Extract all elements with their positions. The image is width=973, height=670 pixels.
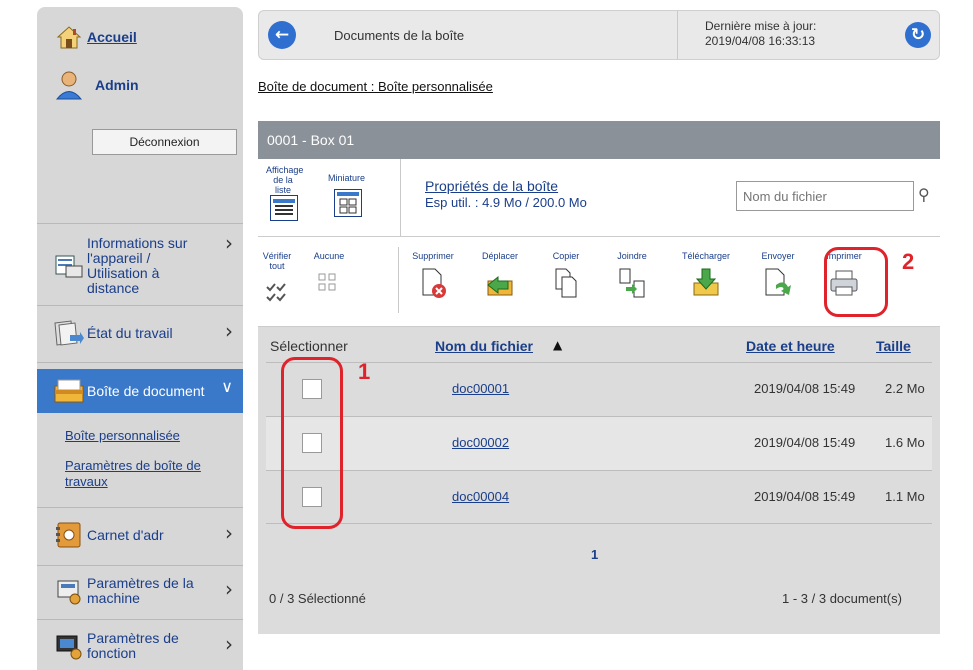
chevron-right-icon: › [225,521,233,545]
logout-button[interactable]: Déconnexion [92,129,237,155]
callout-number-1: 1 [358,359,371,384]
sidebar-item-label: État du travail [87,324,173,341]
name-column-header[interactable]: Nom du fichier [435,338,533,354]
sidebar-item-machine-settings[interactable]: Paramètres de la machine › [37,569,243,613]
device-info-icon [51,251,87,281]
copy-icon [555,268,577,298]
none-label: Aucune [313,251,345,261]
user-info: Admin [37,67,243,103]
table-row: doc00004 2019/04/08 15:49 1.1 Mo [266,470,932,524]
delete-icon [422,268,446,298]
sidebar-subitem-custom-box[interactable]: Boîte personnalisée [65,428,180,443]
document-box-icon [51,376,87,406]
main-content: ← Documents de la boîte Dernière mise à … [248,7,950,670]
sidebar-item-label: Paramètres de fonction [87,630,179,661]
sidebar: Accueil Admin Déconnexion Informations s… [37,7,243,670]
machine-settings-icon [51,576,87,606]
home-label: Accueil [87,28,137,45]
join-icon [619,268,645,298]
file-size: 1.6 Mo [885,435,925,450]
list-view-label: Affichage de la liste [266,165,304,195]
delete-button[interactable]: Supprimer [407,251,459,301]
sidebar-item-function-settings[interactable]: Paramètres de fonction › [37,624,243,668]
copy-button[interactable]: Copier [540,251,592,301]
chevron-right-icon: › [225,319,233,343]
chevron-right-icon: › [225,577,233,601]
file-date: 2019/04/08 15:49 [754,435,856,450]
size-column-header[interactable]: Taille [876,338,911,354]
user-name: Admin [95,76,139,93]
list-view-icon[interactable] [270,195,298,221]
box-usage: Esp util. : 4.9 Mo / 200.0 Mo [425,195,587,210]
join-label: Joindre [617,251,647,261]
send-button[interactable]: Envoyer [752,251,804,301]
download-icon [693,268,719,296]
callout-checkboxes [281,357,343,529]
address-book-icon [51,520,87,550]
search-input[interactable] [736,181,914,211]
file-size: 2.2 Mo [885,381,925,396]
page-title: Documents de la boîte [334,28,465,43]
move-button[interactable]: Déplacer [474,251,526,301]
delete-label: Supprimer [412,251,454,261]
date-column-header[interactable]: Date et heure [746,338,835,354]
sidebar-item-device-info[interactable]: Informations sur l'appareil / Utilisatio… [37,231,243,301]
home-link[interactable]: Accueil [37,19,243,55]
move-icon [487,275,513,296]
sidebar-item-label: Paramètres de la machine [87,575,194,606]
check-all-label: Vérifier tout [262,251,292,271]
back-arrow-icon[interactable]: ← [268,21,296,49]
last-update-label: Dernière mise à jour: [705,19,817,33]
move-label: Déplacer [481,251,519,261]
sort-ascending-icon[interactable]: ▲ [553,338,562,352]
file-date: 2019/04/08 15:49 [754,489,856,504]
sidebar-item-label: Carnet d'adr [87,526,164,543]
sidebar-subitem-job-box-settings[interactable]: Paramètres de boîte de travaux [65,458,235,490]
pagination-page[interactable]: 1 [591,547,598,562]
sidebar-item-job-status[interactable]: État du travail › [37,311,243,355]
refresh-icon[interactable]: ↻ [905,22,931,48]
table-row: doc00002 2019/04/08 15:49 1.6 Mo [266,416,932,470]
chevron-right-icon: › [225,231,233,255]
box-name-header: 0001 - Box 01 [258,121,940,159]
file-name-link[interactable]: doc00001 [452,381,509,396]
box-properties-link[interactable]: Propriétés de la boîte [425,178,558,194]
header-bar: ← Documents de la boîte Dernière mise à … [258,10,940,60]
sidebar-item-label: Boîte de document [87,382,205,399]
download-button[interactable]: Télécharger [678,251,734,301]
file-date: 2019/04/08 15:49 [754,381,856,396]
check-all-button[interactable]: Vérifier tout [258,251,296,311]
thumbnail-view-icon[interactable] [334,189,362,217]
home-icon [51,22,87,52]
send-label: Envoyer [761,251,795,261]
sidebar-item-document-box[interactable]: Boîte de document ∨ [37,369,243,413]
select-column-header: Sélectionner [270,338,348,354]
download-label: Télécharger [681,251,731,261]
selection-count: 0 / 3 Sélectionné [269,591,366,606]
document-count: 1 - 3 / 3 document(s) [782,591,902,606]
file-size: 1.1 Mo [885,489,925,504]
copy-label: Copier [552,251,580,261]
search-icon[interactable]: ⚲ [918,185,930,204]
chevron-down-icon: ∨ [221,377,233,396]
function-settings-icon [51,631,87,661]
check-all-icon [266,283,286,302]
sidebar-item-label: Informations sur l'appareil / Utilisatio… [87,235,188,296]
box-properties-bar: Affichage de la liste Miniature Propriét… [258,159,940,237]
thumbnail-view-label: Miniature [328,173,366,183]
sidebar-item-address-book[interactable]: Carnet d'adr › [37,513,243,557]
last-update-time: 2019/04/08 16:33:13 [705,34,816,48]
join-button[interactable]: Joindre [606,251,658,301]
callout-print [824,247,888,317]
send-icon [765,268,791,296]
breadcrumb[interactable]: Boîte de document : Boîte personnalisée [258,79,493,94]
uncheck-all-icon [318,273,336,291]
chevron-right-icon: › [225,632,233,656]
user-avatar-icon [51,70,87,100]
file-name-link[interactable]: doc00002 [452,435,509,450]
file-name-link[interactable]: doc00004 [452,489,509,504]
job-status-icon [51,318,87,348]
callout-number-2: 2 [902,249,915,274]
none-button[interactable]: Aucune [310,251,348,301]
